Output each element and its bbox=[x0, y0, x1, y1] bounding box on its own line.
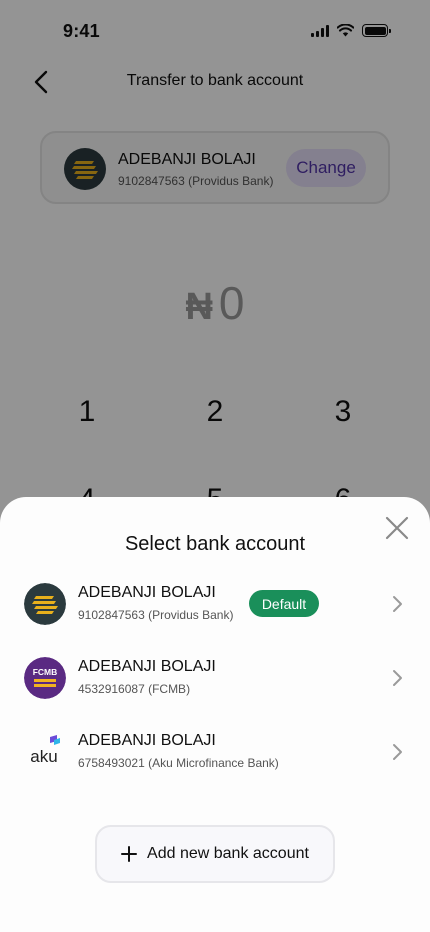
add-bank-account-label: Add new bank account bbox=[147, 845, 309, 862]
sheet-title: Select bank account bbox=[124, 533, 306, 555]
default-badge: Default bbox=[249, 590, 319, 617]
plus-icon bbox=[121, 846, 138, 862]
chevron-right-icon bbox=[393, 596, 402, 612]
providus-logo-icon bbox=[24, 583, 66, 625]
account-details: 9102847563 (Providus Bank) bbox=[78, 608, 234, 622]
svg-text:FCMB: FCMB bbox=[33, 667, 58, 677]
account-details: 4532916087 (FCMB) bbox=[78, 682, 191, 696]
bank-account-item-aku[interactable]: aku ADEBANJI BOLAJI 6758493021 (Aku Micr… bbox=[0, 731, 430, 791]
svg-text:aku: aku bbox=[30, 747, 57, 766]
account-name: ADEBANJI BOLAJI bbox=[78, 732, 216, 749]
chevron-right-icon bbox=[393, 670, 402, 686]
account-name: ADEBANJI BOLAJI bbox=[78, 658, 216, 675]
account-details: 6758493021 (Aku Microfinance Bank) bbox=[78, 756, 279, 770]
aku-logo-icon: aku bbox=[30, 735, 60, 766]
bank-account-item-fcmb[interactable]: FCMB ADEBANJI BOLAJI 4532916087 (FCMB) bbox=[0, 657, 430, 717]
bank-account-sheet: Select bank account ADEBANJI BOLAJI 9102… bbox=[0, 497, 430, 932]
add-bank-account-button[interactable]: Add new bank account bbox=[95, 825, 335, 883]
fcmb-logo-icon: FCMB bbox=[24, 657, 66, 699]
chevron-right-icon bbox=[393, 744, 402, 760]
bank-account-item-providus[interactable]: ADEBANJI BOLAJI 9102847563 (Providus Ban… bbox=[0, 583, 430, 643]
account-name: ADEBANJI BOLAJI bbox=[78, 584, 216, 601]
